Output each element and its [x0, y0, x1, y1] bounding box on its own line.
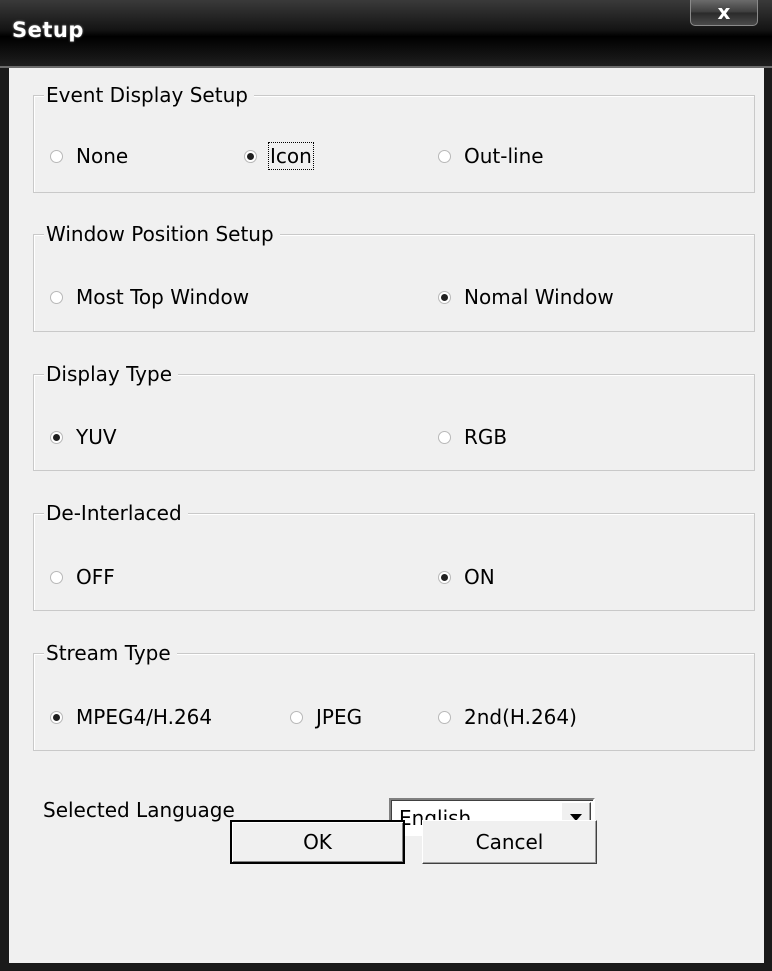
- radio-label: JPEG: [316, 705, 363, 729]
- radio-jpeg[interactable]: JPEG: [290, 705, 362, 729]
- language-label: Selected Language: [43, 798, 235, 822]
- radio-label: OFF: [76, 565, 115, 589]
- cancel-button[interactable]: Cancel: [422, 820, 597, 864]
- group-label: Window Position Setup: [44, 220, 280, 248]
- event-display-group: Event Display Setup None Icon Out-line: [33, 81, 755, 193]
- radio-label: MPEG4/H.264: [76, 705, 213, 729]
- radio-label: RGB: [464, 425, 508, 449]
- radio-nomal-window[interactable]: Nomal Window: [438, 285, 614, 309]
- radio-checked-icon: [50, 710, 63, 724]
- window-bottom-border: [0, 963, 772, 971]
- radio-label: YUV: [76, 425, 117, 449]
- radio-unchecked-icon: [50, 149, 63, 163]
- radio-checked-icon: [50, 430, 63, 444]
- group-label: Display Type: [44, 360, 179, 388]
- de-interlaced-group: De-Interlaced OFF ON: [33, 499, 755, 611]
- radio-most-top-window[interactable]: Most Top Window: [50, 285, 249, 309]
- stream-type-group: Stream Type MPEG4/H.264 JPEG 2nd(H.264): [33, 639, 755, 751]
- ok-button[interactable]: OK: [230, 820, 405, 864]
- radio-rgb[interactable]: RGB: [438, 425, 507, 449]
- radio-unchecked-icon: [438, 149, 451, 163]
- radio-unchecked-icon: [50, 570, 63, 584]
- radio-label: None: [76, 144, 129, 168]
- radio-yuv[interactable]: YUV: [50, 425, 117, 449]
- close-icon: x: [717, 0, 731, 24]
- radio-label: Nomal Window: [464, 285, 614, 309]
- setup-dialog: Setup x Event Display Setup None Icon Ou…: [0, 0, 772, 971]
- radio-label: 2nd(H.264): [464, 705, 577, 729]
- radio-2nd-h264[interactable]: 2nd(H.264): [438, 705, 577, 729]
- radio-checked-icon: [438, 290, 451, 304]
- radio-mpeg4-h264[interactable]: MPEG4/H.264: [50, 705, 212, 729]
- radio-off[interactable]: OFF: [50, 565, 115, 589]
- title-bar[interactable]: Setup x: [0, 0, 772, 68]
- radio-checked-icon: [244, 149, 257, 163]
- radio-unchecked-icon: [290, 710, 303, 724]
- radio-label: ON: [464, 565, 495, 589]
- radio-checked-icon: [438, 570, 451, 584]
- radio-unchecked-icon: [438, 430, 451, 444]
- radio-label: Icon: [268, 142, 314, 170]
- window-title: Setup: [12, 18, 84, 42]
- group-label: Stream Type: [44, 639, 177, 667]
- radio-icon[interactable]: Icon: [244, 142, 314, 170]
- radio-outline[interactable]: Out-line: [438, 144, 544, 168]
- radio-on[interactable]: ON: [438, 565, 495, 589]
- display-type-group: Display Type YUV RGB: [33, 360, 755, 471]
- radio-none[interactable]: None: [50, 144, 128, 168]
- radio-label: Out-line: [464, 144, 544, 168]
- group-label: Event Display Setup: [44, 81, 254, 109]
- radio-unchecked-icon: [438, 710, 451, 724]
- window-position-group: Window Position Setup Most Top Window No…: [33, 220, 755, 332]
- radio-label: Most Top Window: [76, 285, 250, 309]
- radio-unchecked-icon: [50, 290, 63, 304]
- group-label: De-Interlaced: [44, 499, 188, 527]
- close-button[interactable]: x: [690, 0, 758, 26]
